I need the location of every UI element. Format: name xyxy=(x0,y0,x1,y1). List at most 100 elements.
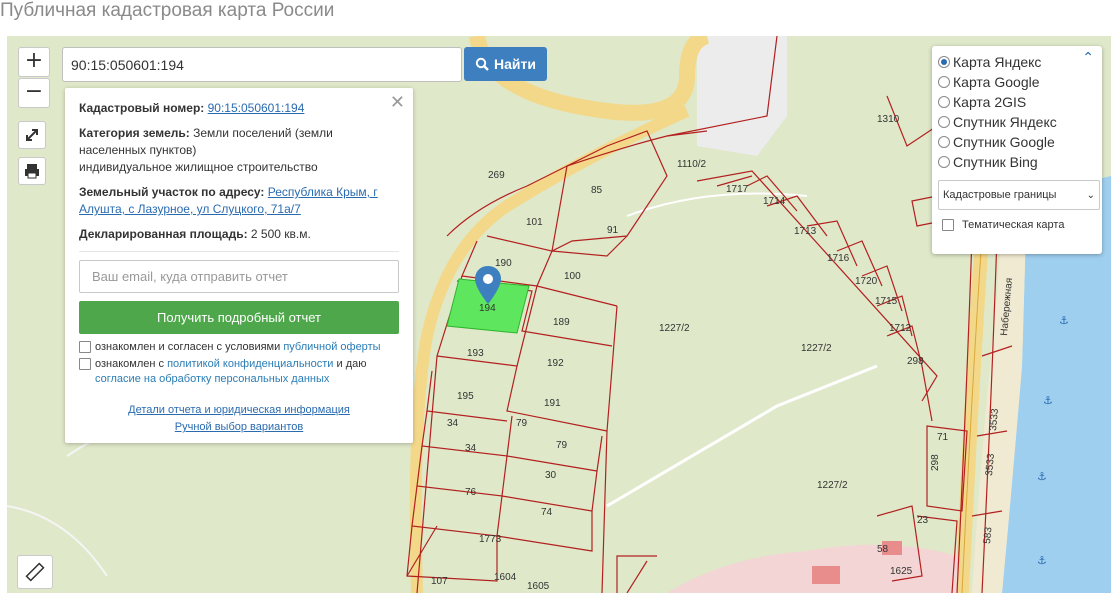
parcel-label: 23 xyxy=(917,515,929,526)
parcel-label: 34 xyxy=(465,443,477,454)
consent-text: ознакомлен и согласен с условиями xyxy=(95,341,281,353)
parcel-label: 1713 xyxy=(794,226,817,237)
parcel-label: 1110/2 xyxy=(677,159,707,170)
parcel-label: 34 xyxy=(447,418,459,429)
layer-option-label: Карта Яндекс xyxy=(953,54,1042,70)
layer-option-google-satellite[interactable]: Спутник Google xyxy=(938,132,1096,152)
expand-icon xyxy=(26,129,38,141)
parcel-label: 1310 xyxy=(877,114,900,125)
manual-selection-link[interactable]: Ручной выбор вариантов xyxy=(175,421,303,433)
search-icon xyxy=(475,57,489,71)
layer-option-google-map[interactable]: Карта Google xyxy=(938,72,1096,92)
search-button[interactable]: Найти xyxy=(464,47,547,81)
public-offer-link[interactable]: публичной оферты xyxy=(283,341,380,353)
offer-consent-row: ознакомлен и согласен с условиями публич… xyxy=(79,340,399,355)
thematic-map-row[interactable]: Тематическая карта xyxy=(938,218,1096,231)
parcel-label: 1625 xyxy=(890,566,913,577)
radio-selected[interactable] xyxy=(938,56,950,68)
layer-option-label: Спутник Bing xyxy=(953,154,1038,170)
parcel-label: 85 xyxy=(591,185,603,196)
consent-text: и даю xyxy=(336,358,367,370)
close-icon[interactable]: ✕ xyxy=(390,92,405,113)
print-button[interactable] xyxy=(18,157,46,185)
parcel-label: 100 xyxy=(564,271,581,282)
chevron-up-icon[interactable]: ⌃ xyxy=(1082,50,1094,66)
parcel-label: 189 xyxy=(553,317,570,328)
personal-data-consent-link[interactable]: согласие на обработку персональных данны… xyxy=(95,373,329,385)
parcel-label: 1717 xyxy=(726,184,749,195)
email-input[interactable]: Ваш email, куда отправить отчет xyxy=(79,260,399,293)
parcel-label: 30 xyxy=(545,470,557,481)
overlay-select[interactable]: Кадастровые границы ⌄ xyxy=(938,180,1100,210)
radio[interactable] xyxy=(938,116,950,128)
page-title: Публичная кадастровая карта России xyxy=(0,0,335,21)
area-label: Декларированная площадь: xyxy=(79,227,248,241)
parcel-label: 3533 xyxy=(988,408,1001,432)
report-details-link[interactable]: Детали отчета и юридическая информация xyxy=(128,404,350,416)
cadastral-number-label: Кадастровый номер: xyxy=(79,101,205,115)
parcel-label: 1605 xyxy=(527,581,550,592)
cadastral-number-link[interactable]: 90:15:050601:194 xyxy=(208,101,305,115)
address-row: Земельный участок по адресу: Республика … xyxy=(79,184,399,218)
anchor-icon: ⚓ xyxy=(1037,554,1047,567)
printer-icon xyxy=(25,164,39,179)
ruler-button[interactable] xyxy=(17,555,53,589)
cadastral-search-input[interactable] xyxy=(62,47,462,82)
land-category-row: Категория земель: Земли поселений (земли… xyxy=(79,125,399,176)
parcel-label: 1227/2 xyxy=(817,480,848,491)
chevron-down-icon: ⌄ xyxy=(1086,189,1095,201)
parcel-label: 79 xyxy=(516,418,528,429)
parcel-label: 191 xyxy=(544,398,561,409)
parcel-label: 193 xyxy=(467,348,484,359)
thematic-map-label: Тематическая карта xyxy=(962,218,1065,231)
layer-option-label: Карта 2GIS xyxy=(953,94,1027,110)
layer-option-2gis-map[interactable]: Карта 2GIS xyxy=(938,92,1096,112)
zoom-in-button[interactable]: + xyxy=(18,47,50,77)
zoom-out-button[interactable]: − xyxy=(18,78,50,108)
layer-option-yandex-map[interactable]: Карта Яндекс xyxy=(938,52,1096,72)
get-report-button[interactable]: Получить подробный отчет xyxy=(79,301,399,334)
manual-link-row: Ручной выбор вариантов xyxy=(65,421,413,433)
thematic-map-checkbox[interactable] xyxy=(942,219,954,231)
search-button-label: Найти xyxy=(494,56,536,72)
parcel-label: 76 xyxy=(465,487,477,498)
parcel-label: 79 xyxy=(556,440,568,451)
parcel-label: 91 xyxy=(607,225,619,236)
offer-consent-checkbox[interactable] xyxy=(79,341,91,353)
privacy-policy-link[interactable]: политикой конфиденциальности xyxy=(167,358,333,370)
parcel-label: 298 xyxy=(930,454,941,471)
cadastral-map[interactable]: ⚓ ⚓ ⚓ ⚓ Набережная 269 85 101 91 1110/2 … xyxy=(7,36,1111,593)
anchor-icon: ⚓ xyxy=(1037,470,1047,483)
land-category-label: Категория земель: xyxy=(79,126,190,140)
fullscreen-button[interactable] xyxy=(18,121,46,149)
consent-text: ознакомлен с xyxy=(95,358,165,370)
radio[interactable] xyxy=(938,96,950,108)
email-placeholder: Ваш email, куда отправить отчет xyxy=(92,269,288,284)
area-row: Декларированная площадь: 2 500 кв.м. xyxy=(79,226,399,243)
parcel-label: 194 xyxy=(479,303,496,314)
ruler-icon xyxy=(25,562,45,582)
divider xyxy=(79,251,399,252)
layer-option-bing-satellite[interactable]: Спутник Bing xyxy=(938,152,1096,172)
radio[interactable] xyxy=(938,76,950,88)
parcel-label: 107 xyxy=(431,576,448,587)
parcel-label: 195 xyxy=(457,391,474,402)
parcel-label: 1714 xyxy=(763,196,786,207)
parcel-info-panel: ✕ Кадастровый номер: 90:15:050601:194 Ка… xyxy=(65,88,413,443)
parcel-label: 1715 xyxy=(875,296,898,307)
overlay-select-value: Кадастровые границы xyxy=(943,189,1057,201)
privacy-consent-row: ознакомлен с политикой конфиденциальност… xyxy=(79,357,399,387)
layer-option-label: Карта Google xyxy=(953,74,1040,90)
parcel-label: 3533 xyxy=(984,453,997,477)
parcel-label: 1712 xyxy=(889,323,912,334)
parcel-label: 298 xyxy=(907,356,924,367)
cadastral-number-row: Кадастровый номер: 90:15:050601:194 xyxy=(79,100,399,117)
details-link-row: Детали отчета и юридическая информация xyxy=(65,404,413,416)
radio[interactable] xyxy=(938,136,950,148)
parcel-label: 1604 xyxy=(494,572,517,583)
location-pin-icon xyxy=(475,266,501,304)
radio[interactable] xyxy=(938,156,950,168)
layer-option-label: Спутник Google xyxy=(953,134,1055,150)
layer-option-yandex-satellite[interactable]: Спутник Яндекс xyxy=(938,112,1096,132)
privacy-consent-checkbox[interactable] xyxy=(79,358,91,370)
